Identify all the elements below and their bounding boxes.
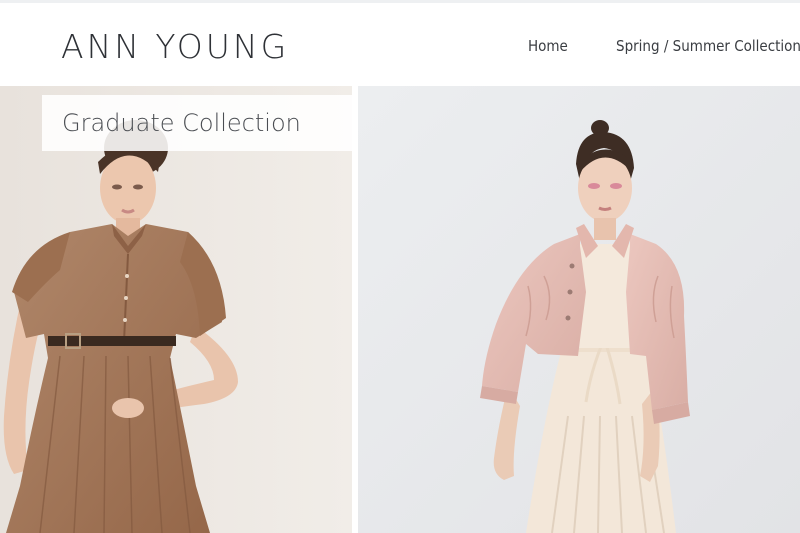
site-header: ANN YOUNG Home Spring / Summer Collectio… <box>0 0 800 86</box>
nav-spring-summer-collection[interactable]: Spring / Summer Collection <box>616 37 800 55</box>
collection-caption: Graduate Collection <box>42 95 352 151</box>
nav-home[interactable]: Home <box>528 37 568 55</box>
main-nav: Home Spring / Summer Collection <box>0 37 800 59</box>
caption-text: Graduate Collection <box>62 109 301 137</box>
model-brown-dress-photo <box>0 86 352 533</box>
graduate-collection-panel[interactable]: Graduate Collection <box>0 86 352 533</box>
model-pink-jacket-photo <box>358 86 800 533</box>
spring-summer-panel[interactable] <box>358 86 800 533</box>
collection-gallery: Graduate Collection <box>0 86 800 533</box>
